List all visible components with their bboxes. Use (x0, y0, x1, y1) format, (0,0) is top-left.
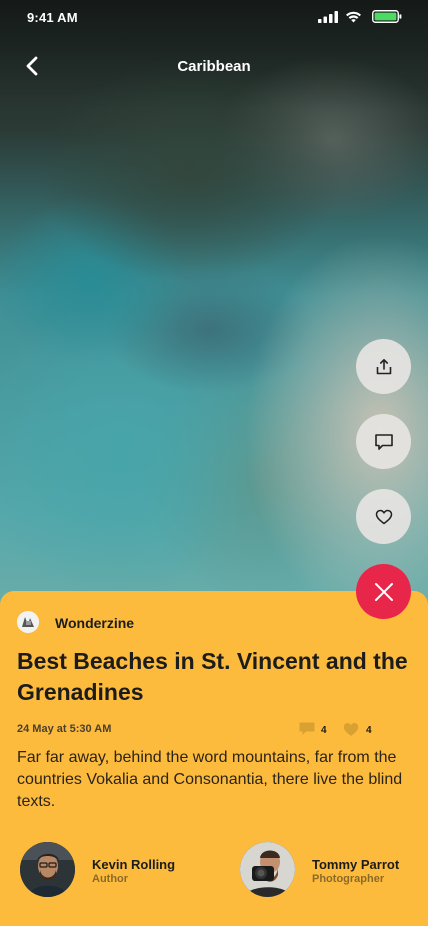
publisher-logo-icon (17, 611, 39, 633)
battery-icon (372, 10, 402, 23)
photographer-name[interactable]: Tommy Parrot (312, 857, 399, 872)
heart-icon (375, 509, 392, 524)
publisher-logo (17, 611, 39, 633)
comment-count: 4 (321, 725, 327, 736)
like-button[interactable] (356, 489, 411, 544)
signal-icon (318, 11, 338, 23)
article-date: 24 May at 5:30 AM (17, 723, 112, 735)
close-button[interactable] (356, 564, 411, 619)
status-bar: 9:41 AM (0, 0, 428, 34)
comment-button[interactable] (356, 414, 411, 469)
share-button[interactable] (356, 339, 411, 394)
status-time: 9:41 AM (27, 10, 78, 25)
publisher-name[interactable]: Wonderzine (55, 615, 134, 631)
author-name[interactable]: Kevin Rolling (92, 857, 175, 872)
heart-count-icon (343, 723, 359, 736)
comment-count-icon (299, 722, 315, 735)
author-role: Author (92, 873, 129, 885)
wifi-icon (346, 11, 361, 23)
close-icon (374, 582, 393, 601)
author-avatar (20, 842, 75, 897)
article-card[interactable]: Wonderzine Best Beaches in St. Vincent a… (0, 591, 428, 926)
article-excerpt: Far far away, behind the word mountains,… (17, 749, 403, 810)
page-title: Caribbean (177, 58, 251, 75)
like-count: 4 (366, 725, 372, 736)
author-photo-icon (20, 842, 75, 897)
comment-icon (374, 433, 393, 450)
photographer-photo-icon (240, 842, 295, 897)
photographer-role: Photographer (312, 873, 385, 885)
share-icon (376, 358, 391, 374)
photographer-avatar (240, 842, 295, 897)
article-title[interactable]: Best Beaches in St. Vincent and the Gren… (17, 646, 412, 708)
